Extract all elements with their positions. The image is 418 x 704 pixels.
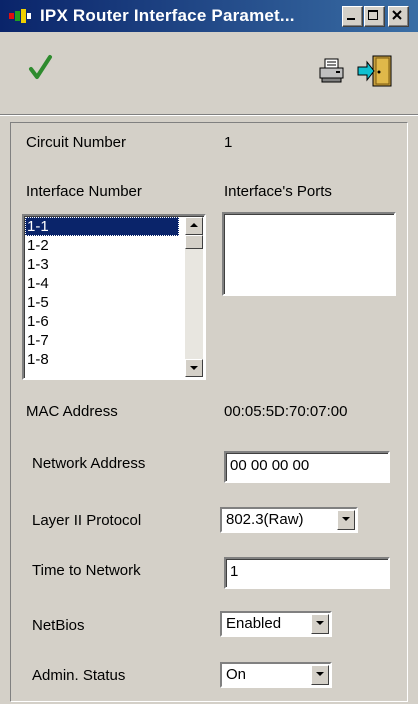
dropdown-button[interactable] xyxy=(311,614,329,634)
list-item[interactable]: 1-8 xyxy=(25,350,179,369)
interface-scrollbar[interactable] xyxy=(185,217,203,377)
mac-address-value: 00:05:5D:70:07:00 xyxy=(224,403,348,420)
scroll-thumb[interactable] xyxy=(185,235,203,249)
netbios-label: NetBios xyxy=(32,617,85,634)
interface-listbox[interactable]: 1-1 1-2 1-3 1-4 1-5 1-6 1-7 1-8 xyxy=(22,214,206,380)
maximize-button[interactable] xyxy=(364,6,385,27)
list-item[interactable]: 1-5 xyxy=(25,293,179,312)
close-button[interactable] xyxy=(388,6,409,27)
time-to-network-field[interactable]: 1 xyxy=(224,557,390,589)
list-item[interactable]: 1-3 xyxy=(25,255,179,274)
network-address-value: 00 00 00 00 xyxy=(230,457,310,474)
layer2-protocol-select[interactable]: 802.3(Raw) xyxy=(220,507,358,533)
admin-status-label: Admin. Status xyxy=(32,667,126,684)
toolbar xyxy=(0,32,418,114)
network-address-label: Network Address xyxy=(32,455,146,472)
circuit-number-label: Circuit Number xyxy=(26,134,127,151)
chevron-down-icon xyxy=(316,672,324,676)
layer2-protocol-value: 802.3(Raw) xyxy=(226,511,304,528)
list-item[interactable]: 1-6 xyxy=(25,312,179,331)
window-title: IPX Router Interface Paramet... xyxy=(40,6,295,25)
list-item[interactable]: 1-1 xyxy=(25,217,179,236)
app-icon xyxy=(9,9,31,23)
scroll-up-button[interactable] xyxy=(185,217,203,235)
interface-ports-box[interactable] xyxy=(222,212,396,296)
chevron-down-icon xyxy=(316,621,324,625)
list-item[interactable]: 1-7 xyxy=(25,331,179,350)
interface-number-label: Interface Number xyxy=(26,183,142,200)
minimize-button[interactable] xyxy=(342,6,363,27)
arrow-down-icon xyxy=(190,366,198,370)
list-item[interactable]: 1-4 xyxy=(25,274,179,293)
list-item[interactable]: 1-2 xyxy=(25,236,179,255)
maximize-icon xyxy=(368,10,378,20)
network-address-field[interactable]: 00 00 00 00 xyxy=(224,451,390,483)
time-to-network-label: Time to Network xyxy=(32,562,141,579)
interface-ports-label: Interface's Ports xyxy=(224,183,332,200)
exit-door-icon[interactable] xyxy=(356,54,396,88)
printer-icon[interactable] xyxy=(318,58,346,84)
admin-status-select[interactable]: On xyxy=(220,662,332,688)
layer2-protocol-label: Layer II Protocol xyxy=(32,512,142,529)
dropdown-button[interactable] xyxy=(337,510,355,530)
close-icon xyxy=(392,10,402,20)
minimize-icon xyxy=(347,18,355,20)
toolbar-separator xyxy=(0,114,418,116)
circuit-number-value: 1 xyxy=(224,134,233,151)
chevron-down-icon xyxy=(342,517,350,521)
scroll-down-button[interactable] xyxy=(185,359,203,377)
interface-list: 1-1 1-2 1-3 1-4 1-5 1-6 1-7 1-8 xyxy=(25,217,179,369)
time-to-network-value: 1 xyxy=(230,563,239,580)
netbios-select[interactable]: Enabled xyxy=(220,611,332,637)
mac-address-label: MAC Address xyxy=(26,403,118,420)
dropdown-button[interactable] xyxy=(311,665,329,685)
title-bar[interactable]: IPX Router Interface Paramet... xyxy=(0,0,418,32)
arrow-up-icon xyxy=(190,223,198,227)
netbios-value: Enabled xyxy=(226,615,282,632)
checkmark-icon[interactable] xyxy=(28,54,54,82)
admin-status-value: On xyxy=(226,666,247,683)
